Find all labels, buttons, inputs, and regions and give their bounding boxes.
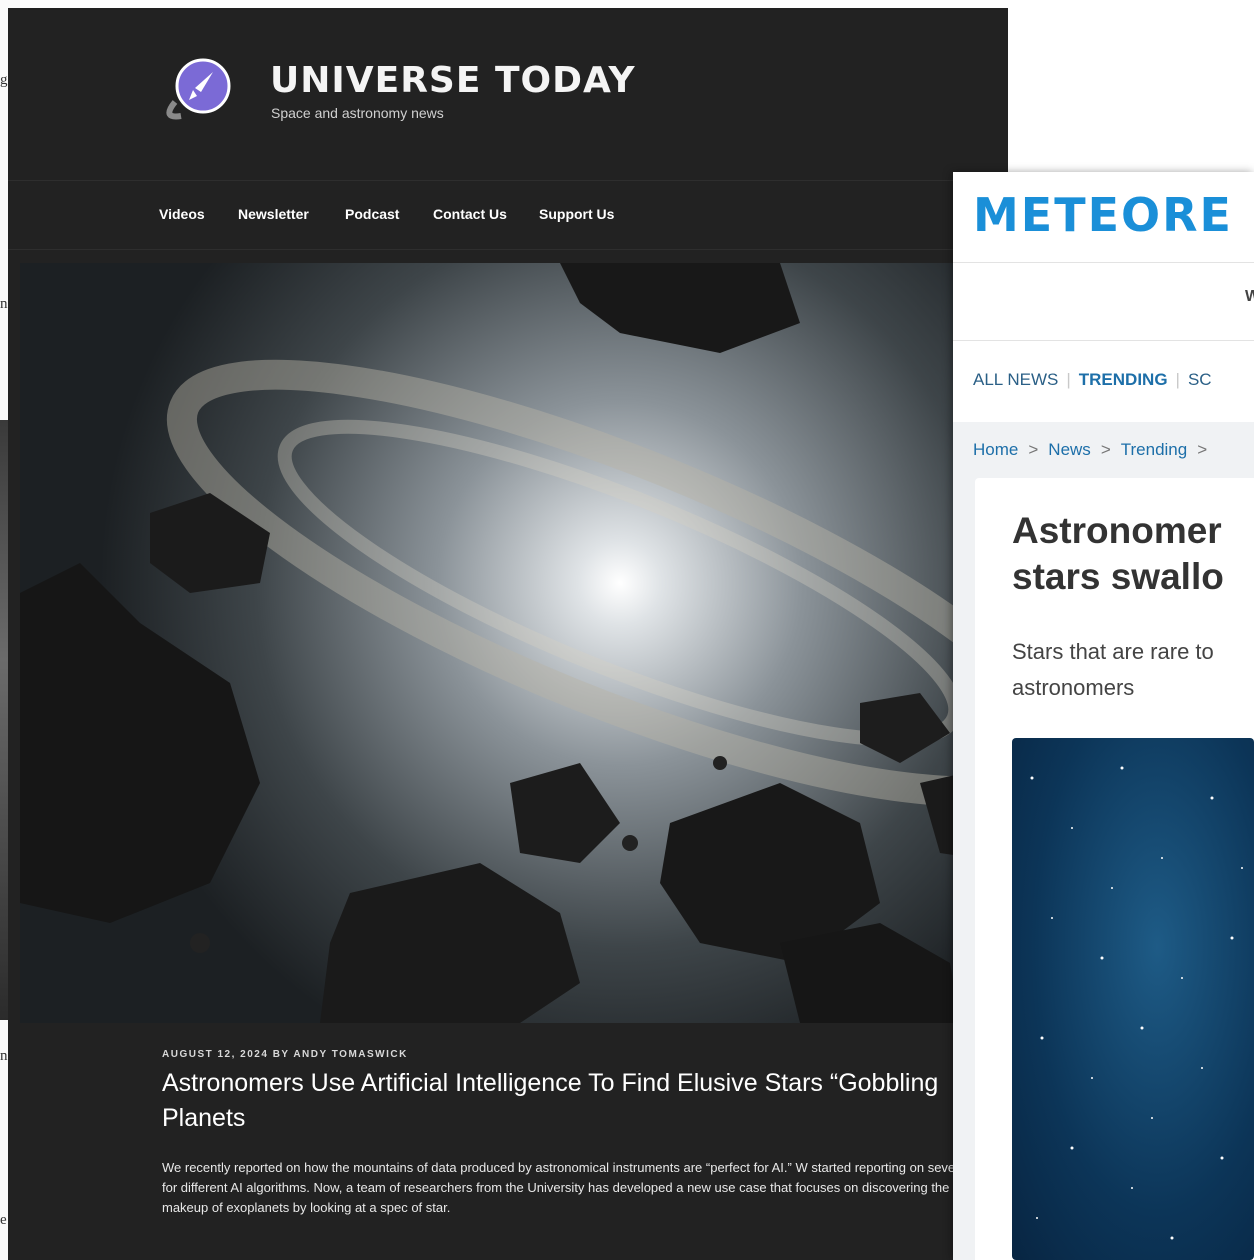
category-all-news[interactable]: ALL NEWS	[973, 370, 1058, 389]
divider	[953, 340, 1254, 341]
meteored-logo[interactable]: METEORE	[973, 188, 1233, 242]
meteored-article-subtitle: Stars that are rare to astronomers	[1012, 639, 1214, 700]
background-text-fragment: e	[0, 1212, 7, 1228]
meteored-article-title[interactable]: Astronomer stars swallo	[1012, 508, 1254, 600]
site-tagline: Space and astronomy news	[271, 105, 444, 121]
nav-podcast[interactable]: Podcast	[345, 206, 399, 222]
breadcrumb-trending[interactable]: Trending	[1121, 440, 1187, 459]
chevron-right-icon: >	[1100, 440, 1111, 459]
background-text-fragment: n	[0, 296, 8, 312]
separator: |	[1175, 370, 1180, 389]
separator: |	[1066, 370, 1071, 389]
category-sc[interactable]: SC	[1188, 370, 1212, 389]
background-text-fragment: g	[0, 72, 8, 88]
category-trending[interactable]: TRENDING	[1079, 370, 1168, 389]
main-nav: Videos Newsletter Podcast Contact Us Sup…	[8, 180, 1008, 250]
top-menu-partial[interactable]: W	[1245, 288, 1254, 306]
divider	[953, 262, 1254, 263]
rocket-logo-icon[interactable]	[163, 56, 238, 120]
site-header: UNIVERSE TODAY Space and astronomy news	[8, 8, 1008, 180]
article-headline[interactable]: Astronomers Use Artificial Intelligence …	[162, 1066, 1008, 1136]
breadcrumb-news[interactable]: News	[1048, 440, 1091, 459]
breadcrumb: Home > News > Trending >	[973, 440, 1217, 460]
nav-contact-us[interactable]: Contact Us	[433, 206, 507, 222]
nav-newsletter[interactable]: Newsletter	[238, 206, 309, 222]
site-title[interactable]: UNIVERSE TODAY	[270, 60, 636, 101]
category-nav: ALL NEWS | TRENDING | SC	[973, 370, 1212, 390]
article-excerpt: We recently reported on how the mountain…	[162, 1160, 1008, 1215]
nav-videos[interactable]: Videos	[159, 206, 205, 222]
hero-image[interactable]	[20, 263, 1008, 1023]
article-meta[interactable]: AUGUST 12, 2024 BY ANDY TOMASWICK	[162, 1049, 408, 1060]
breadcrumb-home[interactable]: Home	[973, 440, 1018, 459]
nav-support-us[interactable]: Support Us	[539, 206, 614, 222]
chevron-right-icon: >	[1028, 440, 1039, 459]
universe-today-window: UNIVERSE TODAY Space and astronomy news …	[8, 8, 1008, 1260]
article-photo[interactable]	[1012, 738, 1254, 1260]
chevron-right-icon: >	[1197, 440, 1208, 459]
